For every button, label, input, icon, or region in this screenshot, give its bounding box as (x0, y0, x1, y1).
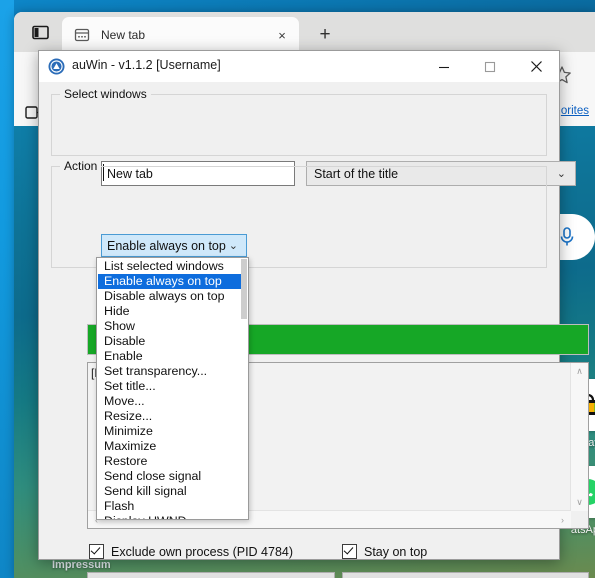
action-dropdown-item[interactable]: Set transparency... (98, 364, 247, 379)
minimize-button[interactable] (421, 51, 467, 82)
action-group-label: Action (60, 159, 102, 173)
chevron-down-icon: ⌄ (556, 168, 566, 180)
action-dropdown-item[interactable]: Send close signal (98, 469, 247, 484)
auwin-dialog-window: auWin - v1.1.2 [Username] Select windows… (38, 50, 589, 578)
feedback-button[interactable]: Give feedback / Report bugs / Ask a ques… (342, 572, 589, 578)
action-dropdown-item[interactable]: Send kill signal (98, 484, 247, 499)
browser-tab-strip: New tab × + (14, 12, 595, 52)
select-windows-group-label: Select windows (60, 87, 151, 101)
auwin-window-title: auWin - v1.1.2 [Username] (72, 58, 221, 72)
action-dropdown-item[interactable]: Hide (98, 304, 247, 319)
checkbox-checked-icon (89, 544, 104, 559)
action-dropdown-item[interactable]: Move... (98, 394, 247, 409)
scroll-right-icon[interactable]: › (554, 511, 571, 528)
action-dropdown-item[interactable]: Disable always on top (98, 289, 247, 304)
impressum-link[interactable]: Impressum (52, 559, 111, 571)
close-button[interactable] (513, 51, 559, 82)
action-dropdown-item[interactable]: Flash (98, 499, 247, 514)
sidebar-toggle-icon[interactable] (28, 21, 52, 43)
exclude-own-process-label: Exclude own process (PID 4784) (111, 544, 294, 559)
auwin-title-bar[interactable]: auWin - v1.1.2 [Username] (39, 51, 559, 83)
help-introduction-button[interactable]: Help / Introduction (87, 572, 335, 578)
stay-on-top-checkbox[interactable]: Stay on top (342, 544, 427, 559)
minimize-icon (439, 66, 449, 68)
new-tab-button[interactable]: + (312, 22, 338, 46)
scroll-up-icon[interactable]: ∧ (571, 363, 588, 380)
action-dropdown-item[interactable]: Disable (98, 334, 247, 349)
action-dropdown-items: List selected windows Enable always on to… (98, 259, 247, 519)
action-dropdown-item[interactable]: Maximize (98, 439, 247, 454)
action-dropdown-item[interactable]: Set title... (98, 379, 247, 394)
maximize-icon (484, 61, 496, 72)
action-dropdown-item[interactable]: Enable always on top (98, 274, 247, 289)
stay-on-top-label: Stay on top (364, 544, 428, 559)
action-dropdown-item[interactable]: Minimize (98, 424, 247, 439)
action-select[interactable]: Enable always on top ⌄ (101, 234, 247, 257)
log-vertical-scrollbar[interactable]: ∧ ∨ (570, 363, 588, 511)
newtab-favicon (74, 28, 90, 41)
tab-title: New tab (101, 27, 146, 42)
exclude-own-process-checkbox[interactable]: Exclude own process (PID 4784) (89, 544, 293, 559)
desktop-left-edge (0, 0, 14, 578)
action-select-value: Enable always on top (107, 239, 226, 253)
auwin-app-icon (48, 58, 65, 75)
browser-tab-new-tab[interactable]: New tab × (62, 17, 299, 52)
chevron-down-icon: ⌄ (228, 240, 238, 252)
scroll-down-icon[interactable]: ∨ (571, 494, 588, 511)
dropdown-scroll-thumb[interactable] (241, 259, 247, 319)
tab-close-icon[interactable]: × (273, 26, 291, 44)
action-dropdown-item[interactable]: Restore (98, 454, 247, 469)
action-dropdown-list[interactable]: List selected windows Enable always on to… (96, 257, 249, 520)
select-windows-group: Select windows (51, 87, 547, 156)
favorites-bar-link[interactable]: orites (561, 105, 589, 117)
action-dropdown-item[interactable]: Enable (98, 349, 247, 364)
microphone-icon[interactable] (557, 226, 577, 248)
checkbox-checked-icon (342, 544, 357, 559)
action-dropdown-item[interactable]: Resize... (98, 409, 247, 424)
scrollbar-corner (571, 511, 588, 528)
action-dropdown-item[interactable]: Show (98, 319, 247, 334)
maximize-button[interactable] (467, 51, 513, 82)
action-dropdown-item[interactable]: List selected windows (98, 259, 247, 274)
action-dropdown-item[interactable]: Display HWND (98, 514, 247, 519)
close-icon (530, 61, 542, 72)
